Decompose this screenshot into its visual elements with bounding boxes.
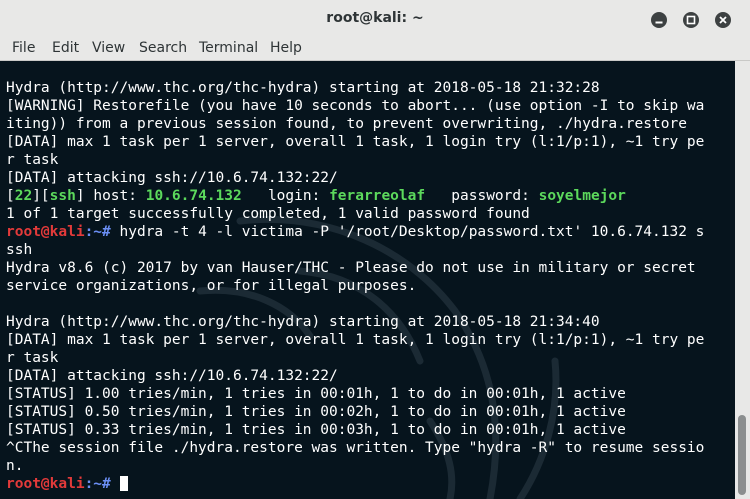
- result-port: 22: [14, 188, 33, 204]
- terminal-line: r task: [6, 152, 59, 168]
- terminal-line: iting)) from a previous session found, t…: [6, 116, 687, 132]
- hydra-result-line: [22][ssh] host: 10.6.74.132 login: ferar…: [6, 188, 626, 204]
- prompt-user: root@kali: [6, 224, 85, 240]
- terminal-line: service organizations, or for illegal pu…: [6, 278, 417, 294]
- terminal-line: [DATA] max 1 task per 1 server, overall …: [6, 134, 705, 150]
- result-login-label: login:: [241, 188, 330, 204]
- result-host: 10.6.74.132: [145, 188, 242, 204]
- vertical-scrollbar[interactable]: [735, 61, 750, 499]
- window-title: root@kali: ~: [326, 10, 424, 26]
- terminal-line: Hydra v8.6 (c) 2017 by van Hauser/THC - …: [6, 260, 696, 276]
- terminal-lines: Hydra (http://www.thc.org/thc-hydra) sta…: [6, 79, 734, 493]
- maximize-button[interactable]: [683, 12, 699, 28]
- terminal-line: ^CThe session file ./hydra.restore was w…: [6, 440, 705, 456]
- menu-search[interactable]: Search: [139, 40, 187, 56]
- minimize-icon: [655, 21, 663, 24]
- close-button[interactable]: [715, 12, 731, 28]
- terminal-line: n.: [6, 458, 24, 474]
- result-host-label: host:: [84, 188, 146, 204]
- terminal-line: Hydra (http://www.thc.org/thc-hydra) sta…: [6, 80, 600, 96]
- scrollbar-thumb[interactable]: [738, 415, 746, 495]
- menu-edit[interactable]: Edit: [52, 40, 79, 56]
- terminal-line: Hydra (http://www.thc.org/thc-hydra) sta…: [6, 314, 600, 330]
- terminal-window: root@kali: ~ File Edit View Search Termi…: [0, 0, 750, 499]
- prompt-path: :~#: [84, 224, 120, 240]
- result-service: ssh: [49, 188, 76, 204]
- terminal-line: [STATUS] 0.33 tries/min, 1 tries in 00:0…: [6, 422, 626, 438]
- menu-help[interactable]: Help: [270, 40, 302, 56]
- terminal-line: [STATUS] 1.00 tries/min, 1 tries in 00:0…: [6, 386, 626, 402]
- terminal-line: ssh: [6, 242, 33, 258]
- result-password-label: password:: [425, 188, 539, 204]
- close-icon: [719, 16, 727, 24]
- result-login: ferarreolaf: [329, 188, 426, 204]
- terminal-line: [DATA] attacking ssh://10.6.74.132:22/: [6, 368, 338, 384]
- prompt-user: root@kali: [6, 476, 85, 492]
- result-password: soyelmejor: [538, 188, 626, 204]
- text-cursor: [119, 476, 128, 491]
- terminal-output[interactable]: Hydra (http://www.thc.org/thc-hydra) sta…: [0, 61, 750, 499]
- menu-terminal[interactable]: Terminal: [199, 40, 258, 56]
- current-prompt-line[interactable]: root@kali:~#: [6, 475, 734, 493]
- terminal-line: 1 of 1 target successfully completed, 1 …: [6, 206, 530, 222]
- title-bar[interactable]: root@kali: ~: [0, 0, 750, 38]
- menu-bar: File Edit View Search Terminal Help: [0, 38, 750, 61]
- menu-view[interactable]: View: [92, 40, 125, 56]
- terminal-line: [WARNING] Restorefile (you have 10 secon…: [6, 98, 705, 114]
- terminal-line: [STATUS] 0.50 tries/min, 1 tries in 00:0…: [6, 404, 626, 420]
- prompt-path: :~#: [84, 476, 120, 492]
- maximize-icon: [686, 15, 696, 25]
- terminal-line: r task: [6, 350, 59, 366]
- minimize-button[interactable]: [651, 12, 667, 28]
- command-text: hydra -t 4 -l victima -P '/root/Desktop/…: [119, 224, 705, 240]
- terminal-line: [DATA] attacking ssh://10.6.74.132:22/: [6, 170, 338, 186]
- menu-file[interactable]: File: [12, 40, 35, 56]
- command-line: root@kali:~# hydra -t 4 -l victima -P '/…: [6, 223, 734, 241]
- terminal-line: [DATA] max 1 task per 1 server, overall …: [6, 332, 705, 348]
